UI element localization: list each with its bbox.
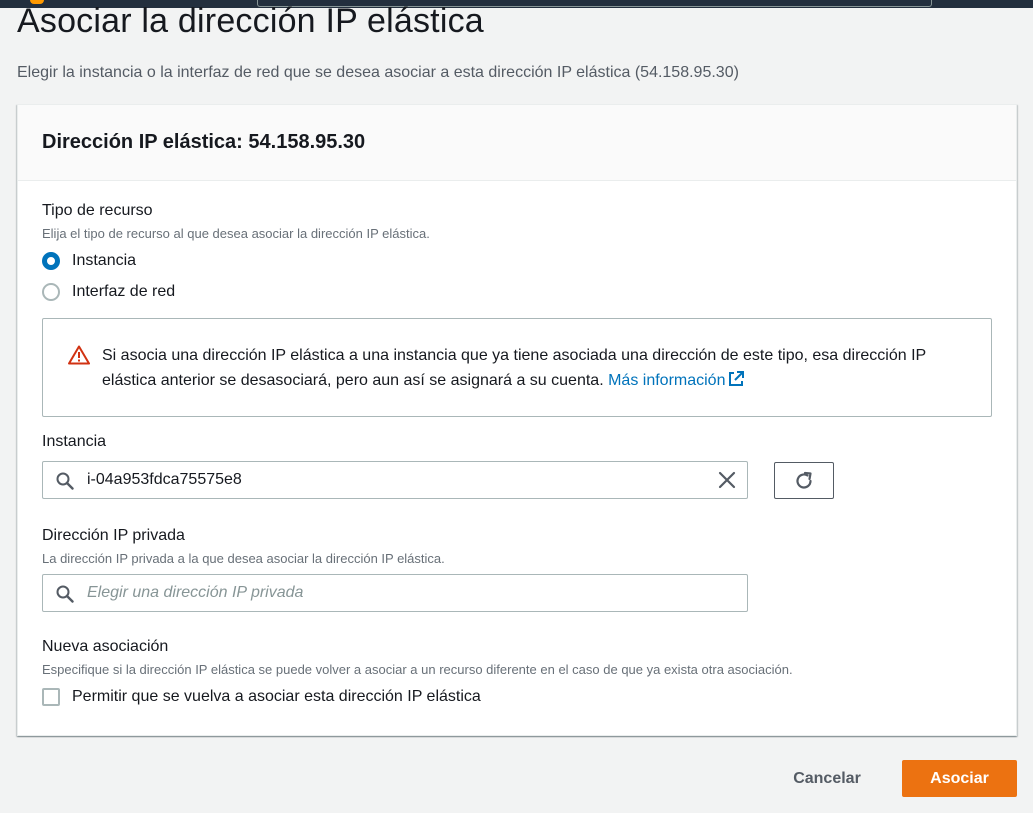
associate-button[interactable]: Asociar (902, 760, 1017, 797)
radio-button[interactable] (42, 283, 60, 301)
association-panel: Dirección IP elástica: 54.158.95.30 Tipo… (17, 104, 1017, 736)
radio-instance[interactable]: Instancia (42, 252, 136, 270)
reassociation-hint: Especifique si la dirección IP elástica … (42, 662, 793, 677)
radio-network-interface[interactable]: Interfaz de red (42, 283, 175, 301)
radio-button-selected[interactable] (42, 252, 60, 270)
warning-alert: Si asocia una dirección IP elástica a un… (42, 318, 992, 417)
reassociation-label: Nueva asociación (42, 638, 169, 655)
search-icon (56, 472, 74, 490)
close-icon[interactable] (717, 470, 737, 490)
alert-text: Si asocia una dirección IP elástica a un… (102, 347, 926, 389)
refresh-button[interactable] (774, 462, 834, 499)
radio-instance-label: Instancia (72, 252, 137, 269)
private-ip-label: Dirección IP privada (42, 527, 185, 544)
radio-network-interface-label: Interfaz de red (72, 283, 176, 300)
panel-title: Dirección IP elástica: 54.158.95.30 (42, 131, 366, 153)
alert-message: Si asocia una dirección IP elástica a un… (102, 343, 972, 393)
allow-reassociation-option[interactable]: Permitir que se vuelva a asociar esta di… (42, 688, 481, 706)
learn-more-label: Más información (608, 372, 726, 389)
search-icon (56, 585, 74, 603)
instance-label: Instancia (42, 433, 107, 450)
allow-reassociation-label: Permitir que se vuelva a asociar esta di… (72, 688, 481, 705)
refresh-icon (796, 471, 812, 489)
panel-header: Dirección IP elástica: 54.158.95.30 (18, 105, 1016, 181)
private-ip-hint: La dirección IP privada a la que desea a… (42, 551, 445, 566)
cancel-button[interactable]: Cancelar (775, 761, 879, 796)
private-ip-placeholder: Elegir una dirección IP privada (87, 584, 304, 601)
resource-type-label: Tipo de recurso (42, 202, 153, 219)
external-link-icon (729, 371, 745, 386)
instance-search-input[interactable]: i-04a953fdca75575e8 (42, 461, 748, 499)
learn-more-link[interactable]: Más información (608, 371, 745, 389)
page-title: Asociar la dirección IP elástica (17, 2, 484, 40)
resource-type-hint: Elija el tipo de recurso al que desea as… (42, 226, 430, 241)
private-ip-search-input[interactable]: Elegir una dirección IP privada (42, 574, 748, 612)
page-description: Elegir la instancia o la interfaz de red… (17, 64, 739, 81)
instance-value: i-04a953fdca75575e8 (87, 471, 242, 488)
allow-reassociation-checkbox[interactable] (42, 688, 60, 706)
warning-icon (68, 345, 90, 365)
